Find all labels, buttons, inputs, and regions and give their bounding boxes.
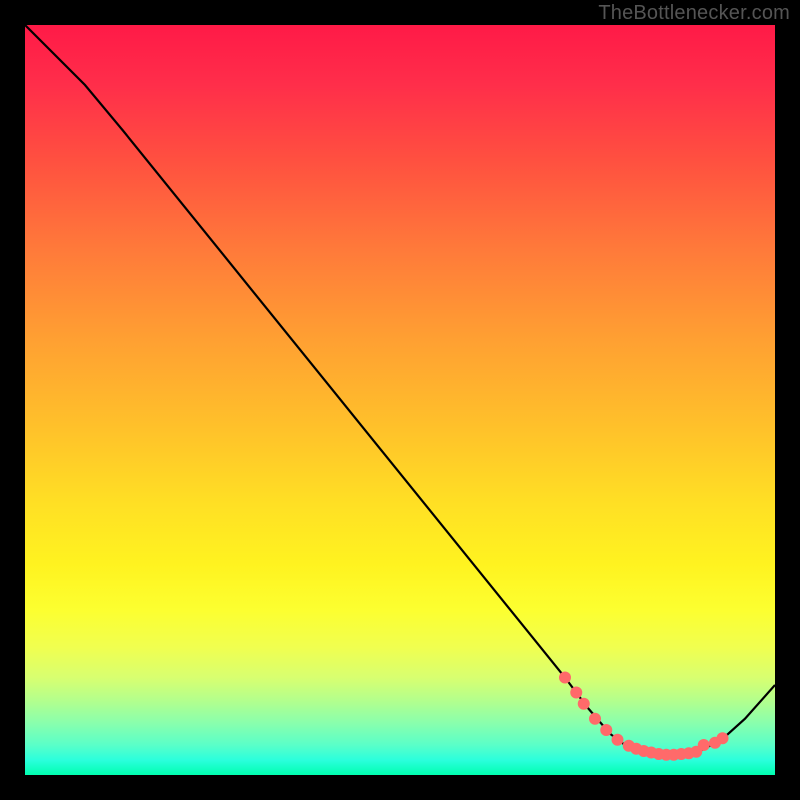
attribution-text: TheBottlenecker.com <box>598 2 790 25</box>
data-point <box>717 732 729 744</box>
chart-svg <box>25 25 775 775</box>
data-point <box>570 687 582 699</box>
plot-area <box>25 25 775 775</box>
data-point <box>600 724 612 736</box>
data-point <box>612 734 624 746</box>
data-point <box>698 739 710 751</box>
data-markers <box>559 672 729 761</box>
data-point <box>589 713 601 725</box>
bottleneck-curve <box>25 25 775 755</box>
data-point <box>559 672 571 684</box>
data-point <box>578 698 590 710</box>
